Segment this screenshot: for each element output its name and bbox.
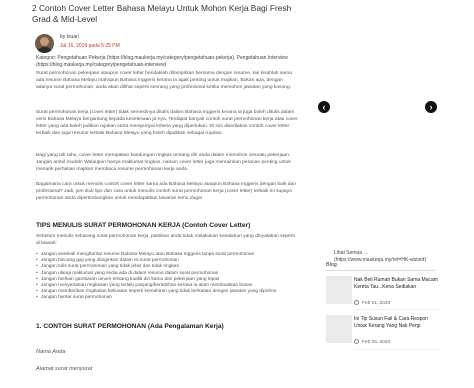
post-title[interactable]: Ini Tip Susun Fail & Cara Respon Untuk K… (354, 316, 440, 330)
tips-intro: Sebelum menulis sebarang surat permohona… (36, 234, 295, 246)
divider (354, 309, 440, 310)
post-date: Feb 01, 2020 (354, 300, 390, 306)
intro-paragraph-1: Surat permohonan pekerjaan ataupun cover… (36, 71, 292, 90)
tips-heading: TIPS MENULIS SURAT PERMOHONAN KERJA (Con… (36, 222, 251, 229)
list-item: Jangan hantar surat permohonan (36, 295, 298, 301)
avatar[interactable] (35, 34, 54, 53)
tips-list: Jangan sesekali menghantar resume Bahasa… (36, 252, 298, 302)
post-thumbnail[interactable] (326, 276, 352, 304)
post-thumbnail[interactable] (326, 315, 352, 343)
sidebar: ‹ › Lihat Semua → (https://www.maukerja.… (318, 0, 443, 388)
chevron-right-icon[interactable]: › (425, 101, 437, 113)
job-slider: ‹ › (318, 0, 443, 238)
clock-icon (354, 300, 359, 305)
article-meta: by Izuan Jul 16, 2019 pada 5:25 PM (32, 33, 302, 53)
divider (354, 349, 440, 350)
intro-paragraph-3: Bagi yang tak tahu, cover letter merupak… (36, 153, 291, 172)
letter-address-line: Alamat surat menyurat (36, 366, 93, 372)
clock-icon (354, 339, 359, 344)
post-date: Feb 05, 2020 (354, 339, 390, 345)
letter-name-line: Nama Anda (36, 349, 66, 355)
see-all-link[interactable]: Lihat Semua → (https://www.maukerja.my/r… (334, 250, 434, 263)
category-links[interactable]: Kategori: Pengetahuan Pekerja (https://b… (36, 55, 298, 69)
article: 2 Contoh Cover Letter Bahasa Melayu Untu… (32, 0, 302, 388)
post-title[interactable]: Nak Beli Rumah Bukan Sama Macam Kereta T… (354, 277, 440, 291)
article-title: 2 Contoh Cover Letter Bahasa Melayu Untu… (32, 3, 292, 24)
chevron-left-icon[interactable]: ‹ (318, 101, 330, 113)
divider (326, 270, 436, 271)
section-heading: 1. CONTOH SURAT PERMOHONAN (Ada Pengalam… (36, 323, 224, 330)
author-name[interactable]: by Izuan (60, 34, 79, 40)
blog-section-title: Blog (326, 262, 337, 268)
intro-paragraph-4: Bagaimana cara untuk menulis contoh cove… (36, 182, 296, 201)
intro-paragraph-2: Surat permohonan kerja (cover letter) ti… (36, 110, 298, 136)
post-date: Jul 16, 2019 pada 5:25 PM (60, 43, 120, 49)
